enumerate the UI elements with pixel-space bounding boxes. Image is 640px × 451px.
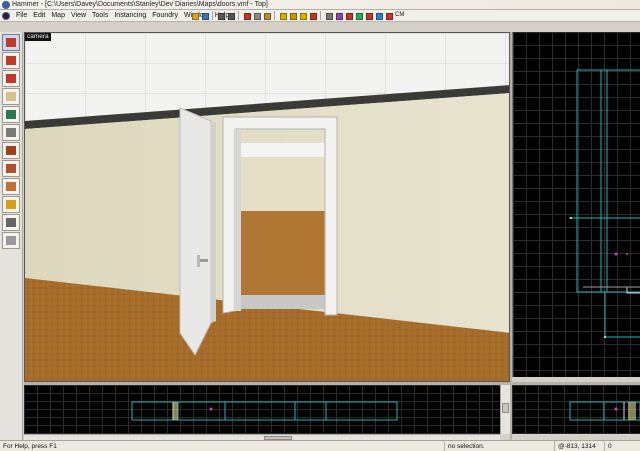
entity-marker (614, 252, 618, 256)
toolbar-separator (320, 11, 323, 20)
door-handle (200, 259, 208, 262)
undo-icon[interactable] (216, 11, 225, 20)
decal-tool-button[interactable] (2, 160, 20, 177)
menu-instancing[interactable]: Instancing (111, 10, 149, 22)
door-leaf-side (211, 121, 216, 323)
document-icon[interactable] (2, 12, 10, 20)
stop-icon[interactable] (308, 11, 317, 20)
status-help-text: For Help, press F1 (3, 443, 57, 450)
texture-tool-button[interactable] (2, 124, 20, 141)
camera-scene (25, 33, 509, 381)
status-zoom: 0 (604, 441, 640, 451)
top-view-geometry (569, 69, 640, 338)
brush-outline (576, 69, 640, 293)
window-title: Hammer - [C:\Users\Davey\Documents\Stanl… (12, 1, 268, 8)
doorway-interior-ceiling (241, 143, 331, 157)
redo-icon[interactable] (226, 11, 235, 20)
menu-foundry[interactable]: Foundry (149, 10, 181, 22)
cut-icon[interactable] (242, 11, 251, 20)
toolbar-separator (212, 11, 215, 20)
menu-file[interactable]: File (13, 10, 30, 22)
door-handle-plate (197, 255, 200, 267)
front-view-geometry (131, 401, 398, 421)
menu-bar: File Edit Map View Tools Instancing Foun… (0, 10, 640, 22)
selection-tool-button[interactable] (2, 34, 20, 51)
camera-tool-icon (6, 74, 16, 83)
vertex-marker (570, 217, 572, 219)
doorway-interior-floor (241, 211, 331, 295)
entity-tool-icon (6, 92, 16, 101)
doorway-threshold (241, 295, 331, 309)
texture-icon[interactable] (334, 11, 343, 20)
clip-tool-button[interactable] (2, 196, 20, 213)
texture-tool-icon (6, 128, 16, 137)
entity-tool-button[interactable] (2, 88, 20, 105)
toolbar-separator (274, 11, 277, 20)
brush-outline-inner (600, 69, 608, 293)
overlay-tool-icon (6, 182, 16, 191)
camera-3d-view[interactable]: camera (24, 32, 510, 382)
top-2d-view[interactable] (512, 32, 640, 377)
compile-icon[interactable] (374, 11, 383, 20)
ungroup-icon[interactable] (288, 11, 297, 20)
camera-tool-button[interactable] (2, 70, 20, 87)
scroll-thumb[interactable] (502, 403, 509, 413)
overlay-tool-button[interactable] (2, 178, 20, 195)
status-coordinates: @-813, 1314 (554, 441, 604, 451)
path-tool-icon (6, 236, 16, 245)
block-tool-icon (6, 110, 16, 119)
side-door (628, 402, 636, 420)
open-icon[interactable] (190, 11, 199, 20)
door-frame-inner (235, 129, 241, 311)
menu-tools[interactable]: Tools (89, 10, 111, 22)
camera-view-label[interactable]: camera (25, 33, 51, 41)
carve-icon[interactable] (344, 11, 353, 20)
hammer-app-icon (2, 1, 10, 9)
toolbar-separator (238, 11, 241, 20)
main-toolbar: CM (190, 11, 405, 21)
side-2d-view[interactable] (512, 385, 640, 434)
magnify-tool-button[interactable] (2, 52, 20, 69)
status-bar: For Help, press F1 no selection. @-813, … (0, 440, 640, 451)
tool-palette (0, 32, 23, 440)
side-view-geometry (569, 401, 640, 421)
menu-view[interactable]: View (68, 10, 89, 22)
front-view-vertical-scrollbar[interactable] (500, 385, 510, 434)
save-icon[interactable] (200, 11, 209, 20)
status-selection: no selection. (444, 441, 554, 451)
side-entity-marker (614, 407, 618, 411)
selection-tool-icon (6, 38, 16, 47)
run-icon[interactable] (364, 11, 373, 20)
front-brush (131, 401, 398, 421)
grid-icon[interactable] (324, 11, 333, 20)
path-tool-button[interactable] (2, 232, 20, 249)
copy-icon[interactable] (252, 11, 261, 20)
vertex-tool-icon (6, 218, 16, 227)
vertex-tool-button[interactable] (2, 214, 20, 231)
hide-icon[interactable] (298, 11, 307, 20)
front-2d-view[interactable] (24, 385, 500, 434)
apply-texture-tool-icon (6, 146, 16, 155)
door-leaf (179, 107, 212, 356)
front-door (173, 402, 178, 420)
menu-edit[interactable]: Edit (30, 10, 48, 22)
apply-texture-tool-button[interactable] (2, 142, 20, 159)
clip-tool-icon (6, 200, 16, 209)
group-icon[interactable] (278, 11, 287, 20)
vertex-marker-2 (604, 336, 606, 338)
entity-marker-2 (626, 253, 628, 255)
front-entity-marker (209, 407, 213, 411)
entity-icon[interactable] (354, 11, 363, 20)
cubemap-button[interactable]: CM (394, 11, 405, 21)
decal-tool-icon (6, 164, 16, 173)
block-tool-button[interactable] (2, 106, 20, 123)
paste-icon[interactable] (262, 11, 271, 20)
title-bar: Hammer - [C:\Users\Davey\Documents\Stanl… (0, 0, 640, 10)
model-icon[interactable] (384, 11, 393, 20)
menu-map[interactable]: Map (48, 10, 68, 22)
magnify-tool-icon (6, 56, 16, 65)
